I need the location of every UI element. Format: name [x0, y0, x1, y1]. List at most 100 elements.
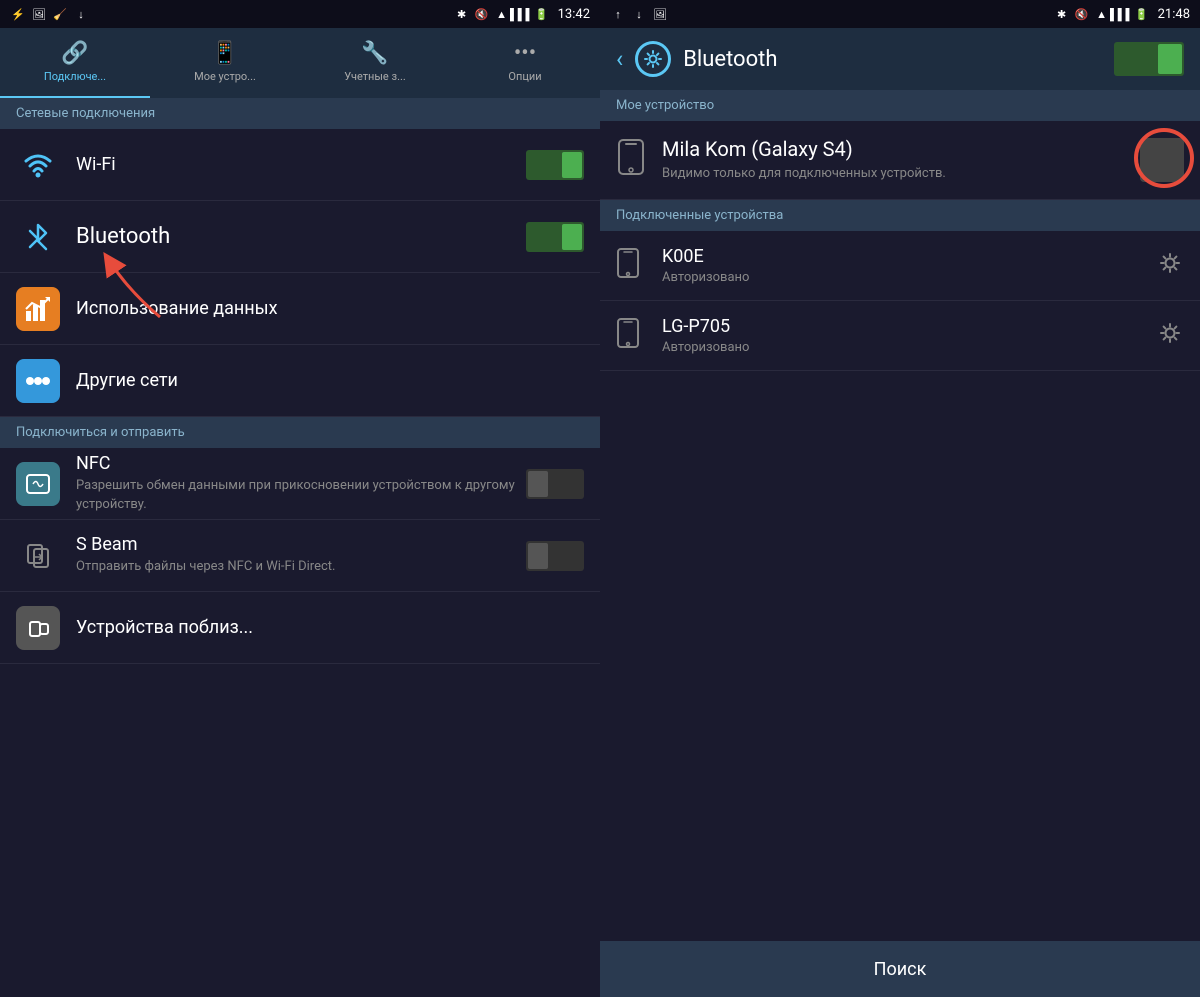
left-status-icons-left: ⚡ 🖼 🧹 ↓ — [10, 6, 89, 22]
k00e-settings-icon[interactable] — [1156, 249, 1184, 283]
download-icon: ↓ — [73, 6, 89, 22]
lgp705-name: LG-P705 — [662, 316, 1156, 337]
wifi-content: Wi-Fi — [76, 154, 526, 175]
data-usage-item[interactable]: Использование данных — [0, 273, 600, 345]
wifi-toggle-knob — [562, 152, 582, 178]
left-mute-icon: 🔇 — [474, 6, 490, 22]
right-status-icons-left: ↑ ↓ 🖼 — [610, 6, 668, 22]
sbeam-toggle[interactable] — [526, 541, 584, 571]
nearby-devices-icon — [16, 606, 60, 650]
bluetooth-main-toggle[interactable] — [1114, 42, 1184, 76]
left-time: 13:42 — [558, 7, 590, 22]
tab-options-icon: ••• — [514, 41, 536, 66]
other-networks-content: Другие сети — [76, 370, 584, 391]
lgp705-info: LG-P705 Авторизовано — [662, 316, 1156, 355]
tab-accounts-icon: 🔧 — [361, 41, 388, 66]
nfc-subtitle: Разрешить обмен данными при прикосновени… — [76, 477, 526, 513]
tab-connections-icon: 🔗 — [61, 41, 88, 66]
bluetooth-title: Bluetooth — [76, 224, 170, 249]
tab-accounts[interactable]: 🔧 Учетные з... — [300, 28, 450, 98]
visibility-toggle-container — [1140, 138, 1184, 182]
tab-my-device-label: Мое устро... — [194, 70, 256, 83]
k00e-status: Авторизовано — [662, 270, 1156, 285]
bluetooth-toggle-knob — [562, 224, 582, 250]
right-upload-icon: ↑ — [610, 6, 626, 22]
right-wifi-icon: ▲ — [1094, 6, 1110, 22]
my-device-section-header: Мое устройство — [600, 90, 1200, 121]
device-k00e[interactable]: K00E Авторизовано — [600, 231, 1200, 301]
data-usage-icon — [16, 287, 60, 331]
right-time: 21:48 — [1158, 7, 1190, 22]
right-bluetooth-status-icon: ✱ — [1054, 6, 1070, 22]
right-battery-icon: 🔋 — [1134, 6, 1150, 22]
wifi-icon — [16, 143, 60, 187]
nearby-devices-title: Устройства поблиз... — [76, 617, 253, 638]
left-bluetooth-status-icon: ✱ — [454, 6, 470, 22]
my-device-info: Mila Kom (Galaxy S4) Видимо только для п… — [662, 137, 1140, 183]
device-lgp705[interactable]: LG-P705 Авторизовано — [600, 301, 1200, 371]
nfc-title: NFC — [76, 453, 111, 474]
other-networks-item[interactable]: Другие сети — [0, 345, 600, 417]
my-device-visibility: Видимо только для подключенных устройств… — [662, 165, 1140, 183]
sbeam-item[interactable]: S Beam Отправить файлы через NFC и Wi-Fi… — [0, 520, 600, 592]
nfc-toggle-knob — [528, 471, 548, 497]
sbeam-toggle-knob — [528, 543, 548, 569]
right-download2-icon: ↓ — [631, 6, 647, 22]
right-signal-icon: ▌▌▌ — [1114, 6, 1130, 22]
right-panel-title: Bluetooth — [683, 47, 1102, 72]
nearby-devices-item[interactable]: Устройства поблиз... — [0, 592, 600, 664]
left-wifi-status-icon: ▲ — [494, 6, 510, 22]
tab-accounts-label: Учетные з... — [344, 70, 406, 83]
search-button[interactable]: Поиск — [600, 941, 1200, 997]
bluetooth-gear-icon — [635, 41, 671, 77]
lgp705-settings-icon[interactable] — [1156, 319, 1184, 353]
left-battery-icon: 🔋 — [534, 6, 550, 22]
left-tab-bar: 🔗 Подключе... 📱 Мое устро... 🔧 Учетные з… — [0, 28, 600, 98]
nfc-content: NFC Разрешить обмен данными при прикосно… — [76, 453, 526, 513]
tab-connections[interactable]: 🔗 Подключе... — [0, 28, 150, 98]
wifi-toggle[interactable] — [526, 150, 584, 180]
my-device-name: Mila Kom (Galaxy S4) — [662, 137, 1140, 161]
bluetooth-toggle[interactable] — [526, 222, 584, 252]
k00e-phone-icon — [616, 248, 646, 284]
right-panel: ↑ ↓ 🖼 ✱ 🔇 ▲ ▌▌▌ 🔋 21:48 ‹ Bluetooth Мое … — [600, 0, 1200, 997]
left-status-bar: ⚡ 🖼 🧹 ↓ ✱ 🔇 ▲ ▌▌▌ 🔋 13:42 — [0, 0, 600, 28]
data-usage-content: Использование данных — [76, 298, 584, 319]
other-networks-title: Другие сети — [76, 370, 178, 391]
back-button[interactable]: ‹ — [616, 45, 623, 73]
bluetooth-icon — [16, 215, 60, 259]
usb-icon: ⚡ — [10, 6, 26, 22]
tab-options[interactable]: ••• Опции — [450, 28, 600, 98]
right-status-icons-right: ✱ 🔇 ▲ ▌▌▌ 🔋 21:48 — [1054, 6, 1190, 22]
nfc-item[interactable]: NFC Разрешить обмен данными при прикосно… — [0, 448, 600, 520]
wifi-item[interactable]: Wi-Fi — [0, 129, 600, 201]
visibility-toggle[interactable] — [1140, 138, 1184, 182]
bluetooth-content: Bluetooth — [76, 224, 526, 249]
bluetooth-item[interactable]: Bluetooth — [0, 201, 600, 273]
right-mute-icon: 🔇 — [1074, 6, 1090, 22]
nfc-icon — [16, 462, 60, 506]
sbeam-icon — [16, 534, 60, 578]
image-icon: 🖼 — [31, 6, 47, 22]
broom-icon: 🧹 — [52, 6, 68, 22]
right-status-bar: ↑ ↓ 🖼 ✱ 🔇 ▲ ▌▌▌ 🔋 21:48 — [600, 0, 1200, 28]
settings-list: Wi-Fi Bluetooth — [0, 129, 600, 997]
section-connect-header: Подключиться и отправить — [0, 417, 600, 448]
lgp705-status: Авторизовано — [662, 340, 1156, 355]
tab-connections-label: Подключе... — [44, 70, 106, 83]
k00e-name: K00E — [662, 246, 1156, 267]
tab-my-device-icon: 📱 — [211, 41, 238, 66]
tab-options-label: Опции — [508, 70, 541, 83]
bluetooth-toggle-knob — [1158, 44, 1182, 74]
search-label: Поиск — [874, 959, 927, 980]
other-networks-icon — [16, 359, 60, 403]
my-device-row[interactable]: Mila Kom (Galaxy S4) Видимо только для п… — [600, 121, 1200, 200]
data-usage-title: Использование данных — [76, 298, 278, 319]
left-status-icons-right: ✱ 🔇 ▲ ▌▌▌ 🔋 13:42 — [454, 6, 590, 22]
my-device-phone-icon — [616, 139, 646, 182]
k00e-info: K00E Авторизовано — [662, 246, 1156, 285]
tab-my-device[interactable]: 📱 Мое устро... — [150, 28, 300, 98]
right-header: ‹ Bluetooth — [600, 28, 1200, 90]
wifi-title: Wi-Fi — [76, 154, 116, 175]
nfc-toggle[interactable] — [526, 469, 584, 499]
